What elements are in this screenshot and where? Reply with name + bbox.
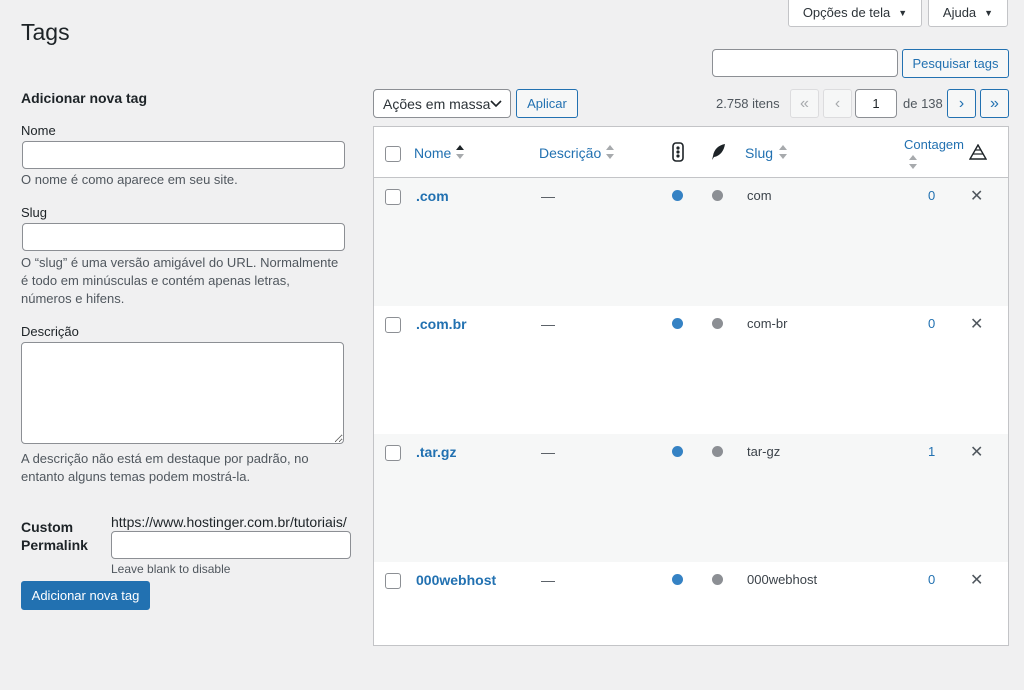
traffic-light-icon	[672, 142, 684, 162]
tag-description: —	[541, 316, 555, 332]
screen-options-label: Opções de tela	[802, 5, 891, 20]
tag-count-link[interactable]: 1	[928, 444, 935, 459]
tag-description: —	[541, 444, 555, 460]
table-row: .com — com 0 ✕	[374, 178, 1008, 306]
status-dot-blue	[672, 318, 683, 329]
last-page-button[interactable]: »	[980, 89, 1009, 118]
search-input[interactable]	[712, 49, 898, 77]
column-slug-header[interactable]: Slug	[745, 145, 773, 161]
tag-name-link[interactable]: .tar.gz	[416, 444, 456, 460]
custom-permalink-label-line: Permalink	[21, 537, 88, 553]
tag-name-link[interactable]: .com	[416, 188, 449, 204]
sort-icon	[909, 155, 917, 169]
tag-description: —	[541, 188, 555, 204]
tag-slug: com	[747, 188, 772, 203]
tag-description: —	[541, 572, 555, 588]
row-checkbox[interactable]	[385, 189, 401, 205]
tag-name-link[interactable]: .com.br	[416, 316, 467, 332]
tags-table: Nome Descrição Slug Contagem .com — com …	[373, 126, 1009, 646]
table-row: .com.br — com-br 0 ✕	[374, 306, 1008, 434]
current-page-input[interactable]	[855, 89, 897, 118]
add-tag-button[interactable]: Adicionar nova tag	[21, 581, 150, 610]
bulk-actions-selected: Ações em massa	[383, 95, 491, 112]
permalink-base-url: https://www.hostinger.com.br/tutoriais/	[111, 514, 347, 530]
tag-count-link[interactable]: 0	[928, 188, 935, 203]
description-help-line: entanto alguns temas podem mostrá-la.	[21, 469, 251, 484]
close-icon[interactable]: ✕	[970, 186, 983, 206]
description-help-line: A descrição não está em destaque por pad…	[21, 451, 309, 466]
status-dot-blue	[672, 574, 683, 585]
sort-icon	[606, 145, 614, 159]
custom-permalink-label: Custom Permalink	[21, 518, 88, 554]
slug-help-line: O “slug” é uma versão amigável do URL. N…	[21, 255, 339, 270]
select-all-checkbox[interactable]	[385, 146, 401, 162]
name-field[interactable]	[22, 141, 345, 169]
help-label: Ajuda	[942, 5, 977, 20]
tag-slug: com-br	[747, 316, 788, 331]
slug-help-line: números e hifens.	[21, 291, 125, 306]
close-icon[interactable]: ✕	[970, 442, 983, 462]
slug-help: O “slug” é uma versão amigável do URL. N…	[21, 254, 338, 308]
apply-button[interactable]: Aplicar	[516, 89, 578, 118]
table-row: 000webhost — 000webhost 0 ✕	[374, 562, 1008, 690]
caret-down-icon: ▼	[984, 7, 994, 18]
add-tag-heading: Adicionar nova tag	[21, 90, 148, 106]
tag-name-link[interactable]: 000webhost	[416, 572, 496, 588]
chevron-down-icon	[490, 99, 502, 107]
permalink-help: Leave blank to disable	[111, 562, 231, 576]
help-button[interactable]: Ajuda ▼	[928, 0, 1008, 27]
screen-options-button[interactable]: Opções de tela ▼	[788, 0, 922, 27]
status-dot-blue	[672, 190, 683, 201]
description-field[interactable]	[21, 342, 344, 444]
column-description-header[interactable]: Descrição	[539, 145, 601, 161]
description-label: Descrição	[21, 324, 79, 339]
sort-asc-icon	[456, 145, 464, 159]
prev-page-button[interactable]: ‹	[823, 89, 852, 118]
name-label: Nome	[21, 123, 56, 138]
status-dot-blue	[672, 446, 683, 457]
status-dot-grey	[712, 190, 723, 201]
slug-field[interactable]	[22, 223, 345, 251]
status-dot-grey	[712, 318, 723, 329]
row-checkbox[interactable]	[385, 573, 401, 589]
permalink-field[interactable]	[111, 531, 351, 559]
items-count: 2.758 itens	[716, 96, 780, 111]
table-header: Nome Descrição Slug Contagem	[374, 127, 1008, 178]
pyramid-icon	[969, 144, 987, 160]
caret-down-icon: ▼	[898, 7, 908, 18]
slug-label: Slug	[21, 205, 48, 220]
column-count-header[interactable]: Contagem	[904, 137, 964, 152]
description-help: A descrição não está em destaque por pad…	[21, 450, 309, 486]
status-dot-grey	[712, 574, 723, 585]
tag-count-link[interactable]: 0	[928, 572, 935, 587]
close-icon[interactable]: ✕	[970, 570, 983, 590]
status-dot-grey	[712, 446, 723, 457]
tag-count-link[interactable]: 0	[928, 316, 935, 331]
table-row: .tar.gz — tar-gz 1 ✕	[374, 434, 1008, 562]
tag-slug: tar-gz	[747, 444, 781, 459]
slug-help-line: é todo em minúsculas e contém apenas let…	[21, 273, 290, 288]
bulk-actions-select[interactable]: Ações em massa	[373, 89, 511, 118]
custom-permalink-label-line: Custom	[21, 519, 74, 535]
next-page-button[interactable]: ›	[947, 89, 976, 118]
tag-slug: 000webhost	[747, 572, 818, 587]
sort-icon	[779, 145, 787, 159]
close-icon[interactable]: ✕	[970, 314, 983, 334]
column-name-header[interactable]: Nome	[414, 145, 451, 161]
page-title: Tags	[21, 19, 70, 45]
name-help: O nome é como aparece em seu site.	[21, 172, 238, 187]
row-checkbox[interactable]	[385, 317, 401, 333]
search-tags-button[interactable]: Pesquisar tags	[902, 49, 1009, 78]
first-page-button[interactable]: «	[790, 89, 819, 118]
row-checkbox[interactable]	[385, 445, 401, 461]
feather-icon	[712, 144, 725, 160]
total-pages: de 138	[903, 96, 943, 111]
